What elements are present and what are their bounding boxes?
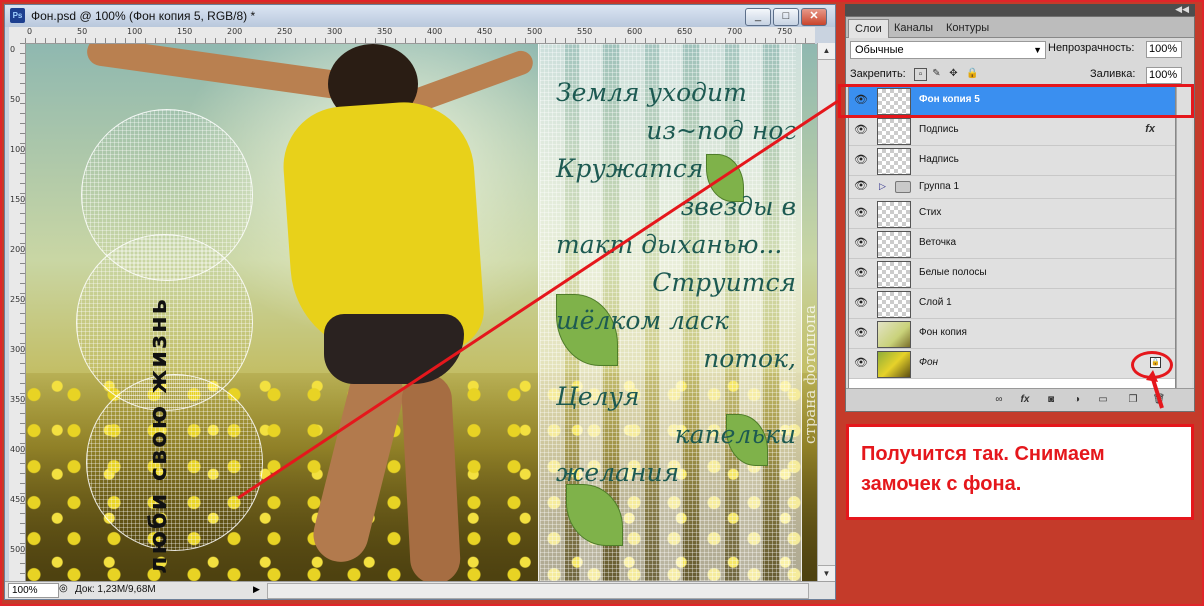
pointer-line [237, 99, 839, 500]
instruction-note: Получится так. Снимаем замочек с фона. [846, 424, 1194, 520]
lock-arrow-head [1146, 370, 1158, 382]
instruction-text: Получится так. Снимаем замочек с фона. [861, 443, 1105, 495]
